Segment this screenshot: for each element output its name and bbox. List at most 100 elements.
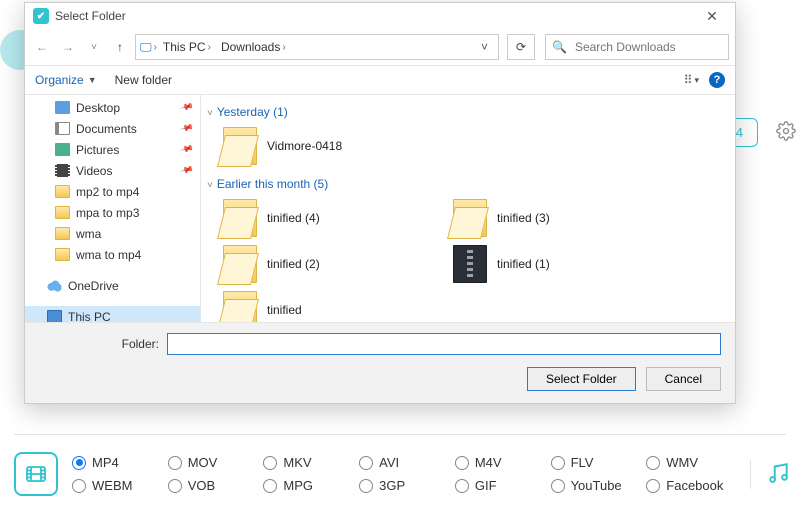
audio-category-icon[interactable] <box>750 460 786 489</box>
chevron-down-icon: ▼ <box>88 75 97 85</box>
format-bar: MP4 MOV MKV AVI M4V FLV WMV WEBM VOB MPG 3GP GIF You… <box>14 444 786 504</box>
address-dropdown-icon[interactable]: ˅ <box>475 40 494 54</box>
tree-item[interactable]: wma to mp4 <box>25 244 200 265</box>
dialog-body: Desktop📌Documents📌Pictures📌Videos📌mp2 to… <box>25 95 735 322</box>
radio-icon <box>455 456 469 470</box>
format-options: MP4 MOV MKV AVI M4V FLV WMV WEBM VOB MPG 3GP GIF You… <box>72 455 736 493</box>
chevron-right-icon[interactable]: › <box>154 42 157 53</box>
nav-tree[interactable]: Desktop📌Documents📌Pictures📌Videos📌mp2 to… <box>25 95 201 322</box>
tree-item[interactable]: wma <box>25 223 200 244</box>
nav-recent-icon[interactable]: ˅ <box>83 36 105 58</box>
search-input[interactable] <box>573 39 732 55</box>
folder-input[interactable] <box>167 333 721 355</box>
close-icon[interactable]: ✕ <box>697 8 727 25</box>
pin-icon: 📌 <box>179 121 194 136</box>
tree-item[interactable]: This PC <box>25 306 200 322</box>
file-grid: Vidmore-0418 <box>207 125 731 167</box>
radio-icon <box>646 479 660 493</box>
format-label: WMV <box>666 455 698 470</box>
radio-icon <box>263 456 277 470</box>
search-icon: 🔍 <box>552 40 567 54</box>
select-folder-dialog: ✔ Select Folder ✕ ← → ˅ ↑ 🖵 › This PC› D… <box>24 2 736 404</box>
breadcrumb-segment[interactable]: Downloads› <box>217 40 290 54</box>
folder-tile[interactable]: Vidmore-0418 <box>221 125 441 167</box>
format-radio[interactable]: MPG <box>263 478 353 493</box>
format-radio[interactable]: WEBM <box>72 478 162 493</box>
tree-item-label: This PC <box>68 310 111 323</box>
format-radio[interactable]: YouTube <box>551 478 641 493</box>
search-box[interactable]: 🔍 <box>545 34 729 60</box>
group-header[interactable]: ˅Earlier this month (5) <box>207 177 731 191</box>
radio-icon <box>359 456 373 470</box>
radio-icon <box>646 456 660 470</box>
format-radio[interactable]: MP4 <box>72 455 162 470</box>
format-radio[interactable]: GIF <box>455 478 545 493</box>
video-category-icon[interactable] <box>14 452 58 496</box>
toolbar: Organize▼ New folder ⠿ ▾ ? <box>25 65 735 95</box>
folder-name: Vidmore-0418 <box>267 139 342 153</box>
new-folder-button[interactable]: New folder <box>115 73 172 87</box>
app-icon: ✔ <box>33 8 49 24</box>
folder-tile[interactable]: tinified <box>221 289 441 322</box>
chevron-down-icon[interactable]: ˅ <box>207 108 213 119</box>
file-list[interactable]: ˅Yesterday (1) Vidmore-0418 ˅Earlier this … <box>201 95 735 322</box>
tree-item-icon <box>55 248 70 261</box>
cancel-button[interactable]: Cancel <box>646 367 721 391</box>
folder-tile[interactable]: tinified (2) <box>221 243 441 285</box>
help-icon[interactable]: ? <box>709 72 725 88</box>
chevron-right-icon[interactable]: › <box>208 42 211 53</box>
tree-item-icon <box>55 101 70 114</box>
nav-up-icon[interactable]: ↑ <box>109 36 131 58</box>
format-radio[interactable]: FLV <box>551 455 641 470</box>
format-label: MOV <box>188 455 218 470</box>
pin-icon: 📌 <box>179 163 194 178</box>
folder-label: Folder: <box>39 337 159 351</box>
settings-icon[interactable] <box>776 121 796 144</box>
tree-item-icon <box>55 206 70 219</box>
format-radio[interactable]: VOB <box>168 478 258 493</box>
breadcrumb-segment[interactable]: This PC› <box>159 40 215 54</box>
format-label: YouTube <box>571 478 622 493</box>
format-radio[interactable]: M4V <box>455 455 545 470</box>
chevron-down-icon: ▾ <box>694 75 699 86</box>
refresh-icon[interactable]: ⟳ <box>507 34 535 60</box>
format-label: WEBM <box>92 478 132 493</box>
tree-item[interactable]: Desktop📌 <box>25 97 200 118</box>
group-header[interactable]: ˅Yesterday (1) <box>207 105 731 119</box>
tree-item[interactable]: Documents📌 <box>25 118 200 139</box>
folder-tile[interactable]: tinified (3) <box>451 197 671 239</box>
chevron-down-icon[interactable]: ˅ <box>207 180 213 191</box>
format-label: GIF <box>475 478 497 493</box>
format-label: MP4 <box>92 455 119 470</box>
format-radio[interactable]: 3GP <box>359 478 449 493</box>
format-radio[interactable]: Facebook <box>646 478 736 493</box>
tree-item-label: wma to mp4 <box>76 248 141 262</box>
tree-item[interactable]: mpa to mp3 <box>25 202 200 223</box>
view-options-button[interactable]: ⠿ ▾ <box>684 73 699 87</box>
file-grid: tinified (4)tinified (3)tinified (2)tini… <box>207 197 731 322</box>
format-label: AVI <box>379 455 399 470</box>
folder-icon <box>223 199 257 237</box>
folder-tile[interactable]: tinified (4) <box>221 197 441 239</box>
organize-menu[interactable]: Organize▼ <box>35 73 97 87</box>
format-radio[interactable]: MKV <box>263 455 353 470</box>
chevron-right-icon[interactable]: › <box>282 42 285 53</box>
address-bar[interactable]: 🖵 › This PC› Downloads› ˅ <box>135 34 499 60</box>
tree-item-label: mpa to mp3 <box>76 206 139 220</box>
tree-item[interactable]: OneDrive <box>25 275 200 296</box>
format-radio[interactable]: MOV <box>168 455 258 470</box>
nav-back-icon[interactable]: ← <box>31 36 53 58</box>
folder-tile[interactable]: tinified (1) <box>451 243 671 285</box>
tree-item[interactable]: mp2 to mp4 <box>25 181 200 202</box>
tree-item[interactable]: Videos📌 <box>25 160 200 181</box>
pin-icon: 📌 <box>179 100 194 115</box>
format-label: VOB <box>188 478 215 493</box>
tree-item-icon <box>55 164 70 177</box>
select-folder-button[interactable]: Select Folder <box>527 367 636 391</box>
tree-item[interactable]: Pictures📌 <box>25 139 200 160</box>
format-radio[interactable]: AVI <box>359 455 449 470</box>
format-radio[interactable]: WMV <box>646 455 736 470</box>
radio-icon <box>168 456 182 470</box>
format-label: Facebook <box>666 478 723 493</box>
format-label: M4V <box>475 455 502 470</box>
